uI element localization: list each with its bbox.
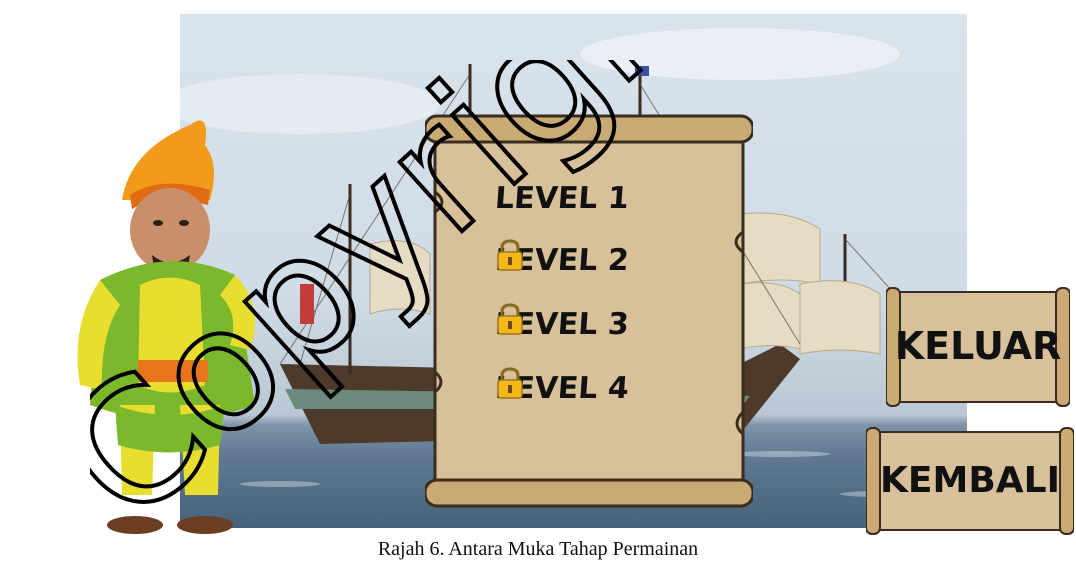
level-select-scroll: LEVEL 1 LEVEL 2 LEVEL 3 LEVEL 4 [425, 112, 753, 512]
level-4-button[interactable]: LEVEL 4 [494, 366, 630, 410]
game-screen: LEVEL 1 LEVEL 2 LEVEL 3 LEVEL 4 KELUAR K… [0, 0, 1076, 570]
level-1-button[interactable]: LEVEL 1 [493, 176, 630, 220]
level-3-button[interactable]: LEVEL 3 [494, 302, 630, 346]
exit-label: KELUAR [894, 324, 1062, 368]
back-button[interactable]: KEMBALI [866, 426, 1074, 536]
figure-caption: Rajah 6. Antara Muka Tahap Permainan [377, 538, 699, 560]
exit-button[interactable]: KELUAR [886, 286, 1070, 408]
level-2-button[interactable]: LEVEL 2 [494, 238, 630, 282]
lock-icon [497, 303, 523, 335]
lock-icon [497, 367, 523, 399]
lock-icon [497, 239, 523, 271]
level-1-label: LEVEL 1 [493, 180, 630, 216]
character-sultan [77, 120, 255, 534]
back-label: KEMBALI [880, 460, 1060, 501]
